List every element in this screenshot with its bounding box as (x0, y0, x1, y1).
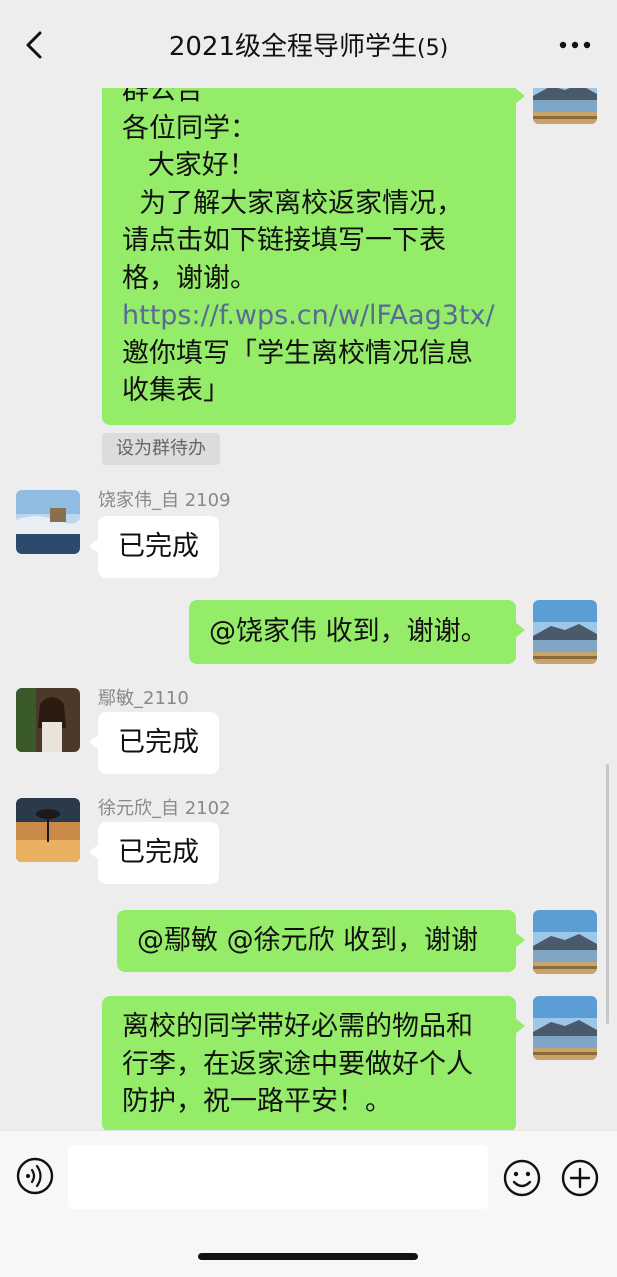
avatar-self[interactable] (533, 996, 597, 1060)
more-dots-icon[interactable] (555, 30, 595, 60)
announcement-line: 为了解大家离校返家情况， (122, 187, 464, 219)
plus-icon[interactable] (560, 1158, 600, 1198)
message-bubble[interactable]: 已完成 (89, 712, 219, 774)
input-bar (0, 1130, 617, 1277)
announcement-line: 各位同学： (122, 112, 257, 144)
sender-name: 鄢敏_2110 (98, 688, 189, 709)
message-bubble[interactable]: 已完成 (89, 822, 219, 884)
announcement-bubble[interactable]: 群公告 各位同学： 大家好！ 为了解大家离校返家情况， 请点击如下链接填写一下表… (102, 68, 525, 425)
message-bubble[interactable]: 已完成 (89, 516, 219, 578)
message-input[interactable] (68, 1145, 488, 1209)
message-bubble[interactable]: @鄢敏 @徐元欣 收到，谢谢 (117, 910, 525, 972)
home-indicator (198, 1253, 418, 1260)
set-group-todo-button[interactable]: 设为群待办 (102, 433, 220, 465)
announcement-line: 邀你填写「学生离校情况信息 (122, 337, 473, 369)
avatar-self[interactable] (533, 600, 597, 664)
message-list[interactable]: 群公告 各位同学： 大家好！ 为了解大家离校返家情况， 请点击如下链接填写一下表… (0, 68, 617, 1130)
announcement-line: 收集表」 (122, 375, 230, 406)
avatar-self[interactable] (533, 910, 597, 974)
message-bubble[interactable]: @饶家伟 收到，谢谢。 (189, 600, 525, 664)
sender-name: 饶家伟_自 2109 (98, 490, 231, 511)
sender-name: 徐元欣_自 2102 (98, 798, 231, 819)
message-bubble[interactable]: 离校的同学带好必需的物品和 行李，在返家途中要做好个人 防护，祝一路平安！。 (102, 996, 525, 1130)
avatar-yanmin[interactable] (16, 688, 80, 752)
message-line: 行李，在返家途中要做好个人 (122, 1048, 473, 1080)
chat-title: 2021级全程导师学生(5) (0, 26, 617, 63)
announcement-line: 大家好！ (122, 150, 256, 181)
member-count: (5) (417, 36, 449, 61)
message-line: 离校的同学带好必需的物品和 (122, 1011, 473, 1042)
announcement-line: 格，谢谢。 (122, 262, 257, 294)
scrollbar[interactable] (606, 764, 609, 1024)
group-name: 2021级全程导师学生 (168, 32, 417, 62)
avatar-xuyuanxin[interactable] (16, 798, 80, 862)
avatar-raojiawei[interactable] (16, 490, 80, 554)
form-link[interactable]: https://f.wps.cn/w/lFAag3tx/ (122, 297, 496, 335)
chat-header: 2021级全程导师学生(5) (0, 0, 617, 88)
emoji-icon[interactable] (502, 1158, 542, 1198)
message-line: 防护，祝一路平安！。 (122, 1086, 392, 1117)
announcement-line: 请点击如下链接填写一下表 (122, 225, 446, 256)
voice-input-icon[interactable] (15, 1156, 55, 1196)
